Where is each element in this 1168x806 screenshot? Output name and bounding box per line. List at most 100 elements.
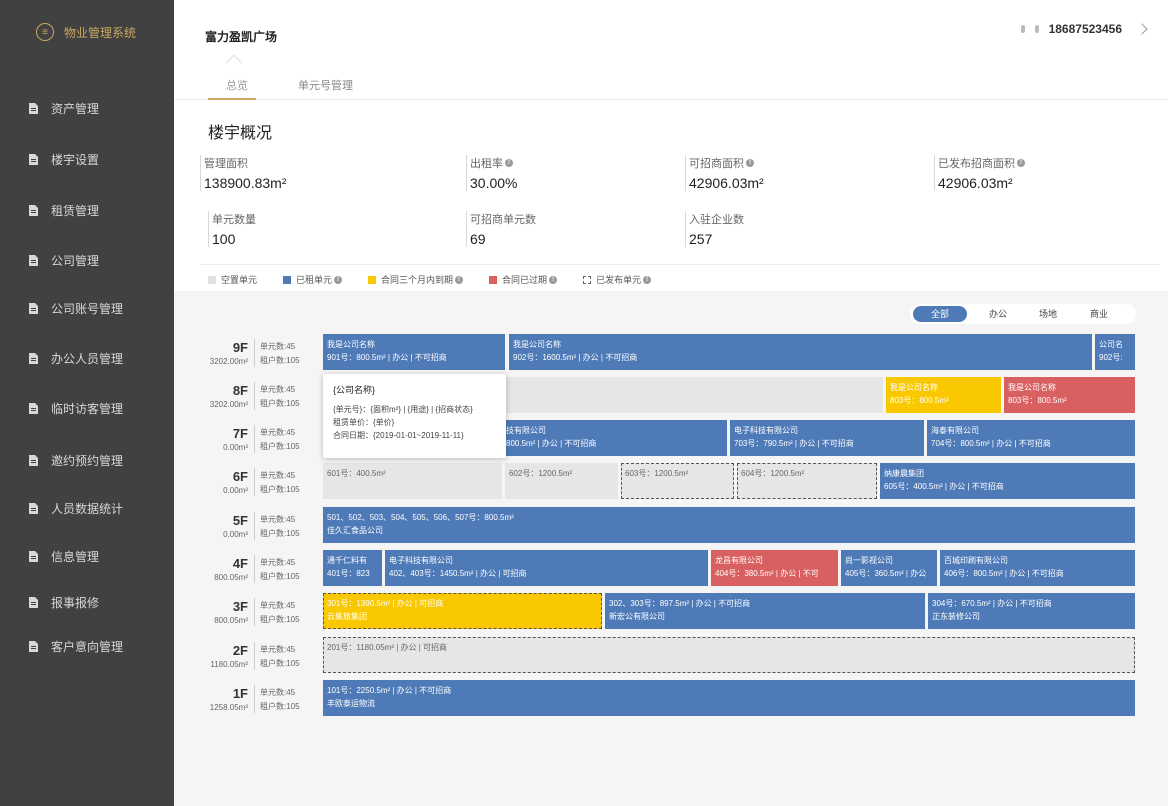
legend-published[interactable]: 已发布单元! xyxy=(583,273,652,286)
stat-unit-count: 单元数量 100 xyxy=(208,211,256,247)
unit-604[interactable]: 604号：1200.5m² xyxy=(737,463,877,499)
floor-label-8f: 8F 3202.00m² 单元数:45 租户数:105 xyxy=(209,382,300,410)
floor-label-6f: 6F 0.00m² 单元数:45 租户数:105 xyxy=(223,468,300,496)
filter-group: 全部 办公 场地 商业 xyxy=(910,304,1136,324)
sidebar-item-label: 临时访客管理 xyxy=(51,401,124,416)
info-icon[interactable]: ! xyxy=(549,275,558,284)
unit-703[interactable]: 电子科技有限公司 703号：790.5m² | 办公 | 不可招商 xyxy=(730,420,924,456)
floor-label-2f: 2F 1180.05m² 单元数:45 租户数:105 xyxy=(210,642,300,670)
unit-302[interactable]: 302、303号：897.5m² | 办公 | 不可招商 新宏公有限公司 xyxy=(605,593,925,629)
document-icon xyxy=(29,596,38,608)
info-icon[interactable]: ! xyxy=(455,275,464,284)
divider xyxy=(200,264,1160,265)
unit-605[interactable]: 纳康晨集团 605号：400.5m² | 办公 | 不可招商 xyxy=(880,463,1135,499)
unit-901[interactable]: 我是公司名称 901号：800.5m² | 办公 | 不可招商 xyxy=(323,334,505,370)
sidebar-item-building-settings[interactable]: 楼宇设置 xyxy=(0,147,174,171)
floor-label-4f: 4F 800.05m² 单元数:45 租户数:105 xyxy=(214,555,300,583)
info-icon[interactable]: ! xyxy=(334,275,343,284)
legend-leased[interactable]: 已租单元! xyxy=(283,273,343,286)
unit-601[interactable]: 601号：400.5m² xyxy=(323,463,502,499)
logo-icon: ≡ xyxy=(36,23,54,41)
brand[interactable]: ≡ 物业管理系统 xyxy=(0,0,174,64)
headset-icon xyxy=(1019,22,1041,36)
unit-704[interactable]: 海泰有限公司 704号：800.5m² | 办公 | 不可招商 xyxy=(927,420,1135,456)
dropdown-caret-icon xyxy=(225,54,243,72)
unit-201[interactable]: 201号：1180.05m² | 办公 | 可招商 xyxy=(323,637,1135,673)
info-icon[interactable]: ! xyxy=(505,159,513,167)
swatch xyxy=(283,275,292,284)
unit-404[interactable]: 龙昌有限公司 404号：380.5m² | 办公 | 不可 xyxy=(711,550,838,586)
sidebar-item-label: 人员数据统计 xyxy=(51,501,124,516)
legend-expired[interactable]: 合同已过期! xyxy=(489,273,558,286)
tab-overview[interactable]: 总览 xyxy=(226,77,248,93)
phone-number: 18687523456 xyxy=(1048,22,1122,36)
sidebar-item-company-accounts[interactable]: 公司账号管理 xyxy=(0,296,174,320)
legend-expiring[interactable]: 合同三个月内到期! xyxy=(368,273,464,286)
floor-label-5f: 5F 0.00m² 单元数:45 租户数:105 xyxy=(223,512,300,540)
sidebar-item-leasing[interactable]: 租赁管理 xyxy=(0,198,174,222)
filter-commercial[interactable]: 商业 xyxy=(1073,306,1125,322)
stat-managed-area: 管理面积 138900.83m² xyxy=(200,155,287,191)
unit-101[interactable]: 101号：2250.5m² | 办公 | 不可招商 丰欧泰运物流 xyxy=(323,680,1135,716)
sidebar-item-info[interactable]: 信息管理 xyxy=(0,544,174,568)
floor-label-7f: 7F 0.00m² 单元数:45 租户数:105 xyxy=(223,425,300,453)
sidebar-item-label: 楼宇设置 xyxy=(51,152,100,167)
stat-occupancy-rate: 出租率! 30.00% xyxy=(466,155,517,191)
brand-name: 物业管理系统 xyxy=(64,25,137,40)
unit-803-b[interactable]: 我是公司名称 803号：800.5m² xyxy=(1004,377,1135,413)
floor-label-1f: 1F 1258.05m² 单元数:45 租户数:105 xyxy=(209,685,300,713)
unit-803[interactable]: 我是公司名称 803号：800.5m² xyxy=(886,377,1001,413)
tab-unit-management[interactable]: 单元号管理 xyxy=(298,77,353,93)
unit-402[interactable]: 电子科技有限公司 402、403号：1450.5m² | 办公 | 可招商 xyxy=(385,550,708,586)
floor-label-9f: 9F 3202.00m² 单元数:45 租户数:105 xyxy=(209,339,300,367)
filter-venue[interactable]: 场地 xyxy=(1023,306,1073,322)
sidebar-item-label: 租赁管理 xyxy=(51,203,100,218)
chevron-right-icon[interactable] xyxy=(1136,23,1148,35)
info-icon[interactable]: ! xyxy=(643,275,652,284)
header: 富力盈凯广场 总览 单元号管理 18687523456 xyxy=(174,0,1168,100)
sidebar-item-staff[interactable]: 办公人员管理 xyxy=(0,346,174,370)
swatch xyxy=(489,275,498,284)
unit-602[interactable]: 602号：1200.5m² xyxy=(505,463,618,499)
stat-leasable-area: 可招商面积! 42906.03m² xyxy=(685,155,764,191)
sidebar-item-appointments[interactable]: 邀约预约管理 xyxy=(0,448,174,472)
document-icon xyxy=(29,502,38,514)
unit-5f[interactable]: 501、502、503、504、505、506、507号：800.5m² 佳久汇食… xyxy=(323,507,1135,543)
filter-office[interactable]: 办公 xyxy=(973,306,1023,322)
info-icon[interactable]: ! xyxy=(746,159,754,167)
sidebar-item-label: 办公人员管理 xyxy=(51,351,124,366)
sidebar-item-repairs[interactable]: 报事报修 xyxy=(0,590,174,614)
user-area[interactable]: 18687523456 xyxy=(1019,22,1148,36)
unit-tooltip: {公司名称} {单元号}：{面积m²} | {用途} | {招商状态} 租赁单价… xyxy=(323,374,506,458)
info-icon[interactable]: ! xyxy=(1017,159,1025,167)
unit-405[interactable]: 尚一影视公司 405号：360.5m² | 办公 xyxy=(841,550,937,586)
sidebar-item-customer-intent[interactable]: 客户意向管理 xyxy=(0,634,174,658)
sidebar-item-label: 报事报修 xyxy=(51,595,100,610)
unit-301[interactable]: 301号：1390.5m² | 办公 | 可招商 云集旅集团 xyxy=(323,593,602,629)
swatch xyxy=(583,275,592,284)
document-icon xyxy=(29,550,38,562)
unit-603[interactable]: 603号：1200.5m² xyxy=(621,463,734,499)
section-title: 楼宇概况 xyxy=(208,125,273,142)
stat-published-area: 已发布招商面积! 42906.03m² xyxy=(934,155,1025,191)
stat-leasable-units: 可招商单元数 69 xyxy=(466,211,536,247)
unit-401[interactable]: 通千仁料有 401号：823 xyxy=(323,550,382,586)
document-icon xyxy=(29,102,38,114)
sidebar-item-label: 信息管理 xyxy=(51,549,100,564)
document-icon xyxy=(29,153,38,165)
unit-304[interactable]: 304号：670.5m² | 办公 | 不可招商 正东装修公司 xyxy=(928,593,1135,629)
sidebar-item-company[interactable]: 公司管理 xyxy=(0,248,174,272)
legend-vacant[interactable]: 空置单元 xyxy=(208,273,257,286)
sidebar-item-assets[interactable]: 资产管理 xyxy=(0,96,174,120)
filter-all[interactable]: 全部 xyxy=(913,306,967,322)
unit-902[interactable]: 我是公司名称 902号：1600.5m² | 办公 | 不可招商 xyxy=(509,334,1092,370)
unit-406[interactable]: 百城印刷有限公司 406号：800.5m² | 办公 | 不可招商 xyxy=(940,550,1135,586)
document-icon xyxy=(29,402,38,414)
sidebar-item-label: 公司管理 xyxy=(51,253,100,268)
swatch xyxy=(368,275,377,284)
sidebar-item-visitors[interactable]: 临时访客管理 xyxy=(0,396,174,420)
unit-902-b[interactable]: 公司名 902号: xyxy=(1095,334,1135,370)
sidebar-item-label: 公司账号管理 xyxy=(51,301,124,316)
sidebar-item-statistics[interactable]: 人员数据统计 xyxy=(0,496,174,520)
document-icon xyxy=(29,254,38,266)
